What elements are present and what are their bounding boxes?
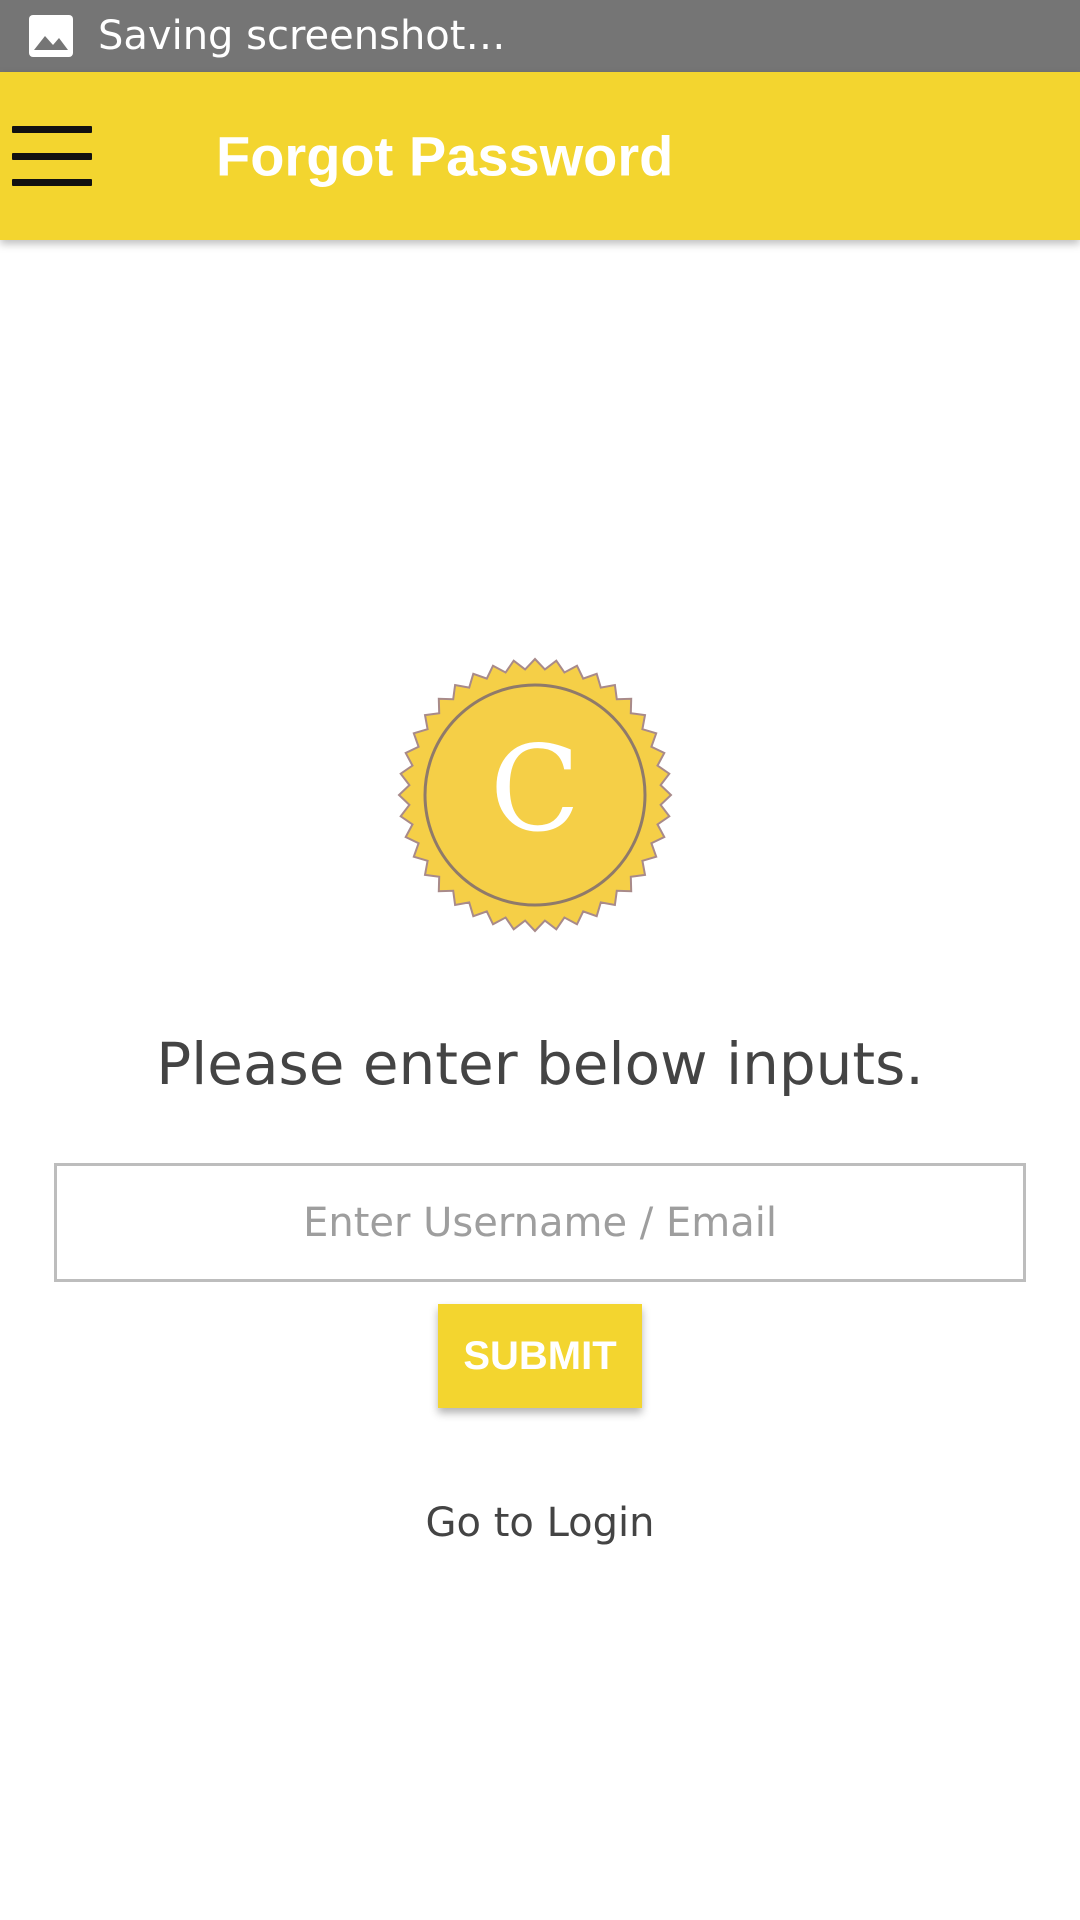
status-bar: Saving screenshot… xyxy=(0,0,1080,72)
go-to-login-link[interactable]: Go to Login xyxy=(0,1500,1080,1546)
app-logo: C xyxy=(397,657,673,933)
app-bar: Forgot Password xyxy=(0,72,1080,240)
image-icon xyxy=(28,14,74,58)
page-title: Forgot Password xyxy=(216,124,674,188)
form-prompt: Please enter below inputs. xyxy=(156,1030,924,1098)
status-notification-text: Saving screenshot… xyxy=(98,13,506,59)
logo-letter: C xyxy=(490,720,580,858)
username-email-input[interactable] xyxy=(54,1163,1026,1282)
menu-icon[interactable] xyxy=(12,126,92,186)
submit-button[interactable]: SUBMIT xyxy=(438,1304,642,1408)
